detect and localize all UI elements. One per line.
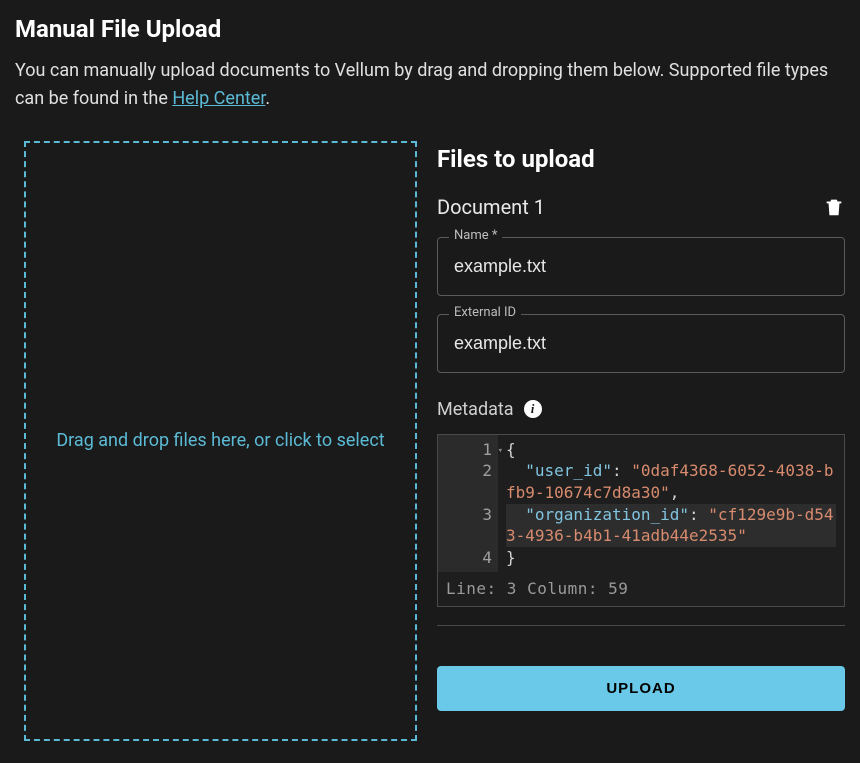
dropzone-text: Drag and drop files here, or click to se… (56, 430, 384, 451)
page-description: You can manually upload documents to Vel… (15, 57, 845, 113)
fold-caret-icon[interactable]: ▾ (498, 445, 503, 457)
files-heading: Files to upload (437, 145, 845, 173)
code-content[interactable]: { "user_id": "0daf4368-6052-4038-bfb9-10… (498, 435, 844, 573)
name-input[interactable] (437, 237, 845, 296)
metadata-code-editor[interactable]: 1▾ 2 3 4 { "user_id": "0daf4368-6052-403… (437, 434, 845, 607)
document-title: Document 1 (437, 195, 545, 219)
editor-status-bar: Line: 3 Column: 59 (438, 572, 844, 606)
files-panel: Files to upload Document 1 Name * Extern… (437, 141, 845, 741)
description-text-post: . (265, 88, 270, 109)
info-icon[interactable]: i (524, 400, 542, 418)
external-id-field-label: External ID (449, 305, 521, 320)
file-dropzone[interactable]: Drag and drop files here, or click to se… (24, 141, 417, 741)
name-field-label: Name * (449, 228, 502, 243)
upload-button[interactable]: UPLOAD (437, 666, 845, 711)
code-gutter: 1▾ 2 3 4 (438, 435, 498, 573)
page-title: Manual File Upload (15, 15, 845, 43)
trash-icon (823, 196, 845, 218)
external-id-input[interactable] (437, 314, 845, 373)
description-text-pre: You can manually upload documents to Vel… (15, 60, 828, 109)
delete-document-button[interactable] (823, 196, 845, 218)
divider (437, 625, 845, 626)
help-center-link[interactable]: Help Center (172, 88, 265, 109)
metadata-label: Metadata (437, 399, 514, 420)
